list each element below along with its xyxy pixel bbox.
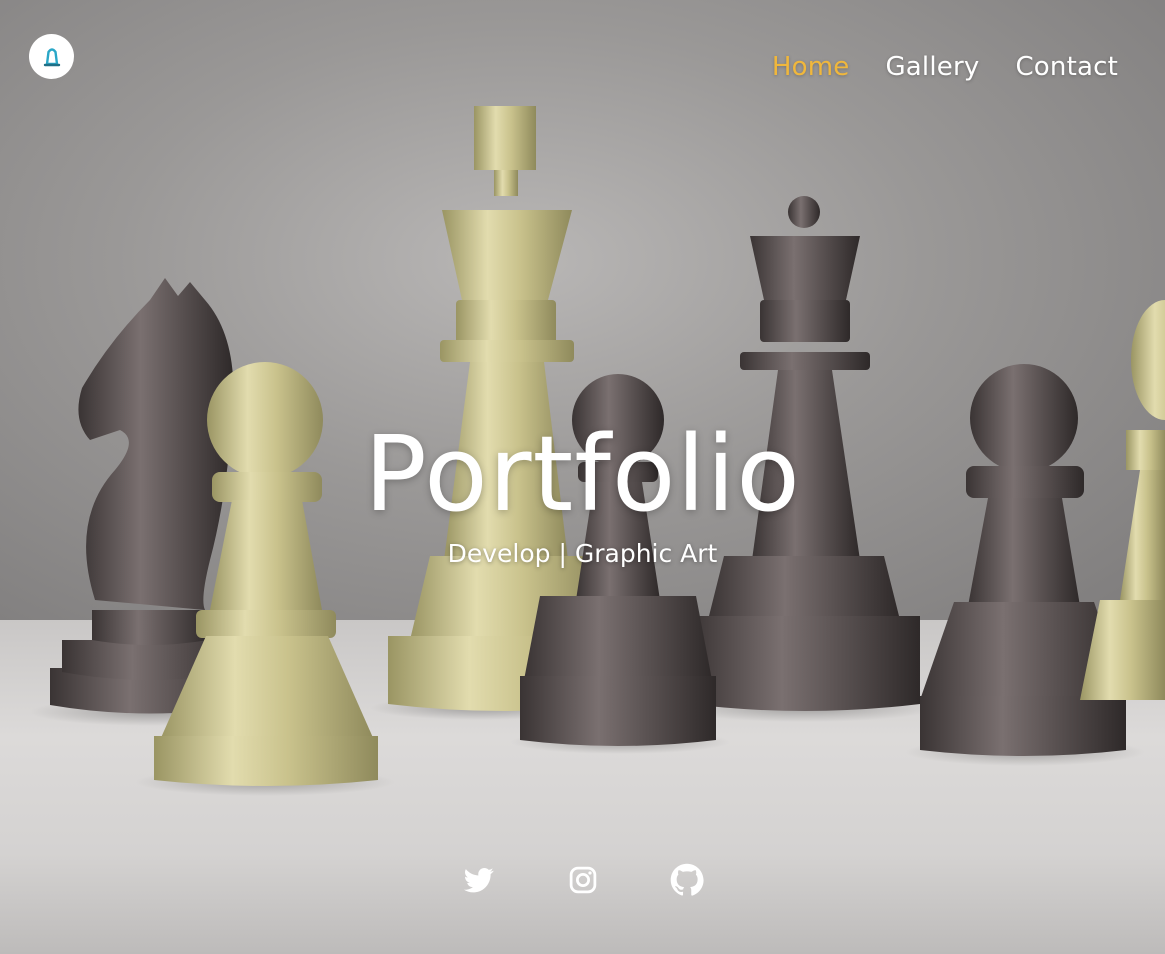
github-icon bbox=[670, 863, 704, 896]
page-subtitle: Develop | Graphic Art bbox=[447, 538, 718, 568]
page-title: Portfolio bbox=[364, 413, 801, 535]
instagram-icon bbox=[569, 866, 596, 894]
instagram-link[interactable] bbox=[565, 862, 601, 898]
bell-icon bbox=[43, 47, 60, 66]
social-links bbox=[0, 862, 1165, 898]
hero-text: Portfolio Develop | Graphic Art bbox=[0, 412, 1165, 568]
twitter-link[interactable] bbox=[461, 862, 497, 898]
site-logo[interactable] bbox=[29, 34, 74, 79]
main-nav: Home Gallery Contact bbox=[772, 52, 1118, 82]
nav-home-link[interactable]: Home bbox=[772, 52, 850, 82]
github-link[interactable] bbox=[669, 862, 705, 898]
nav-gallery-link[interactable]: Gallery bbox=[885, 52, 979, 82]
nav-contact-link[interactable]: Contact bbox=[1015, 52, 1118, 82]
twitter-icon bbox=[463, 868, 494, 893]
